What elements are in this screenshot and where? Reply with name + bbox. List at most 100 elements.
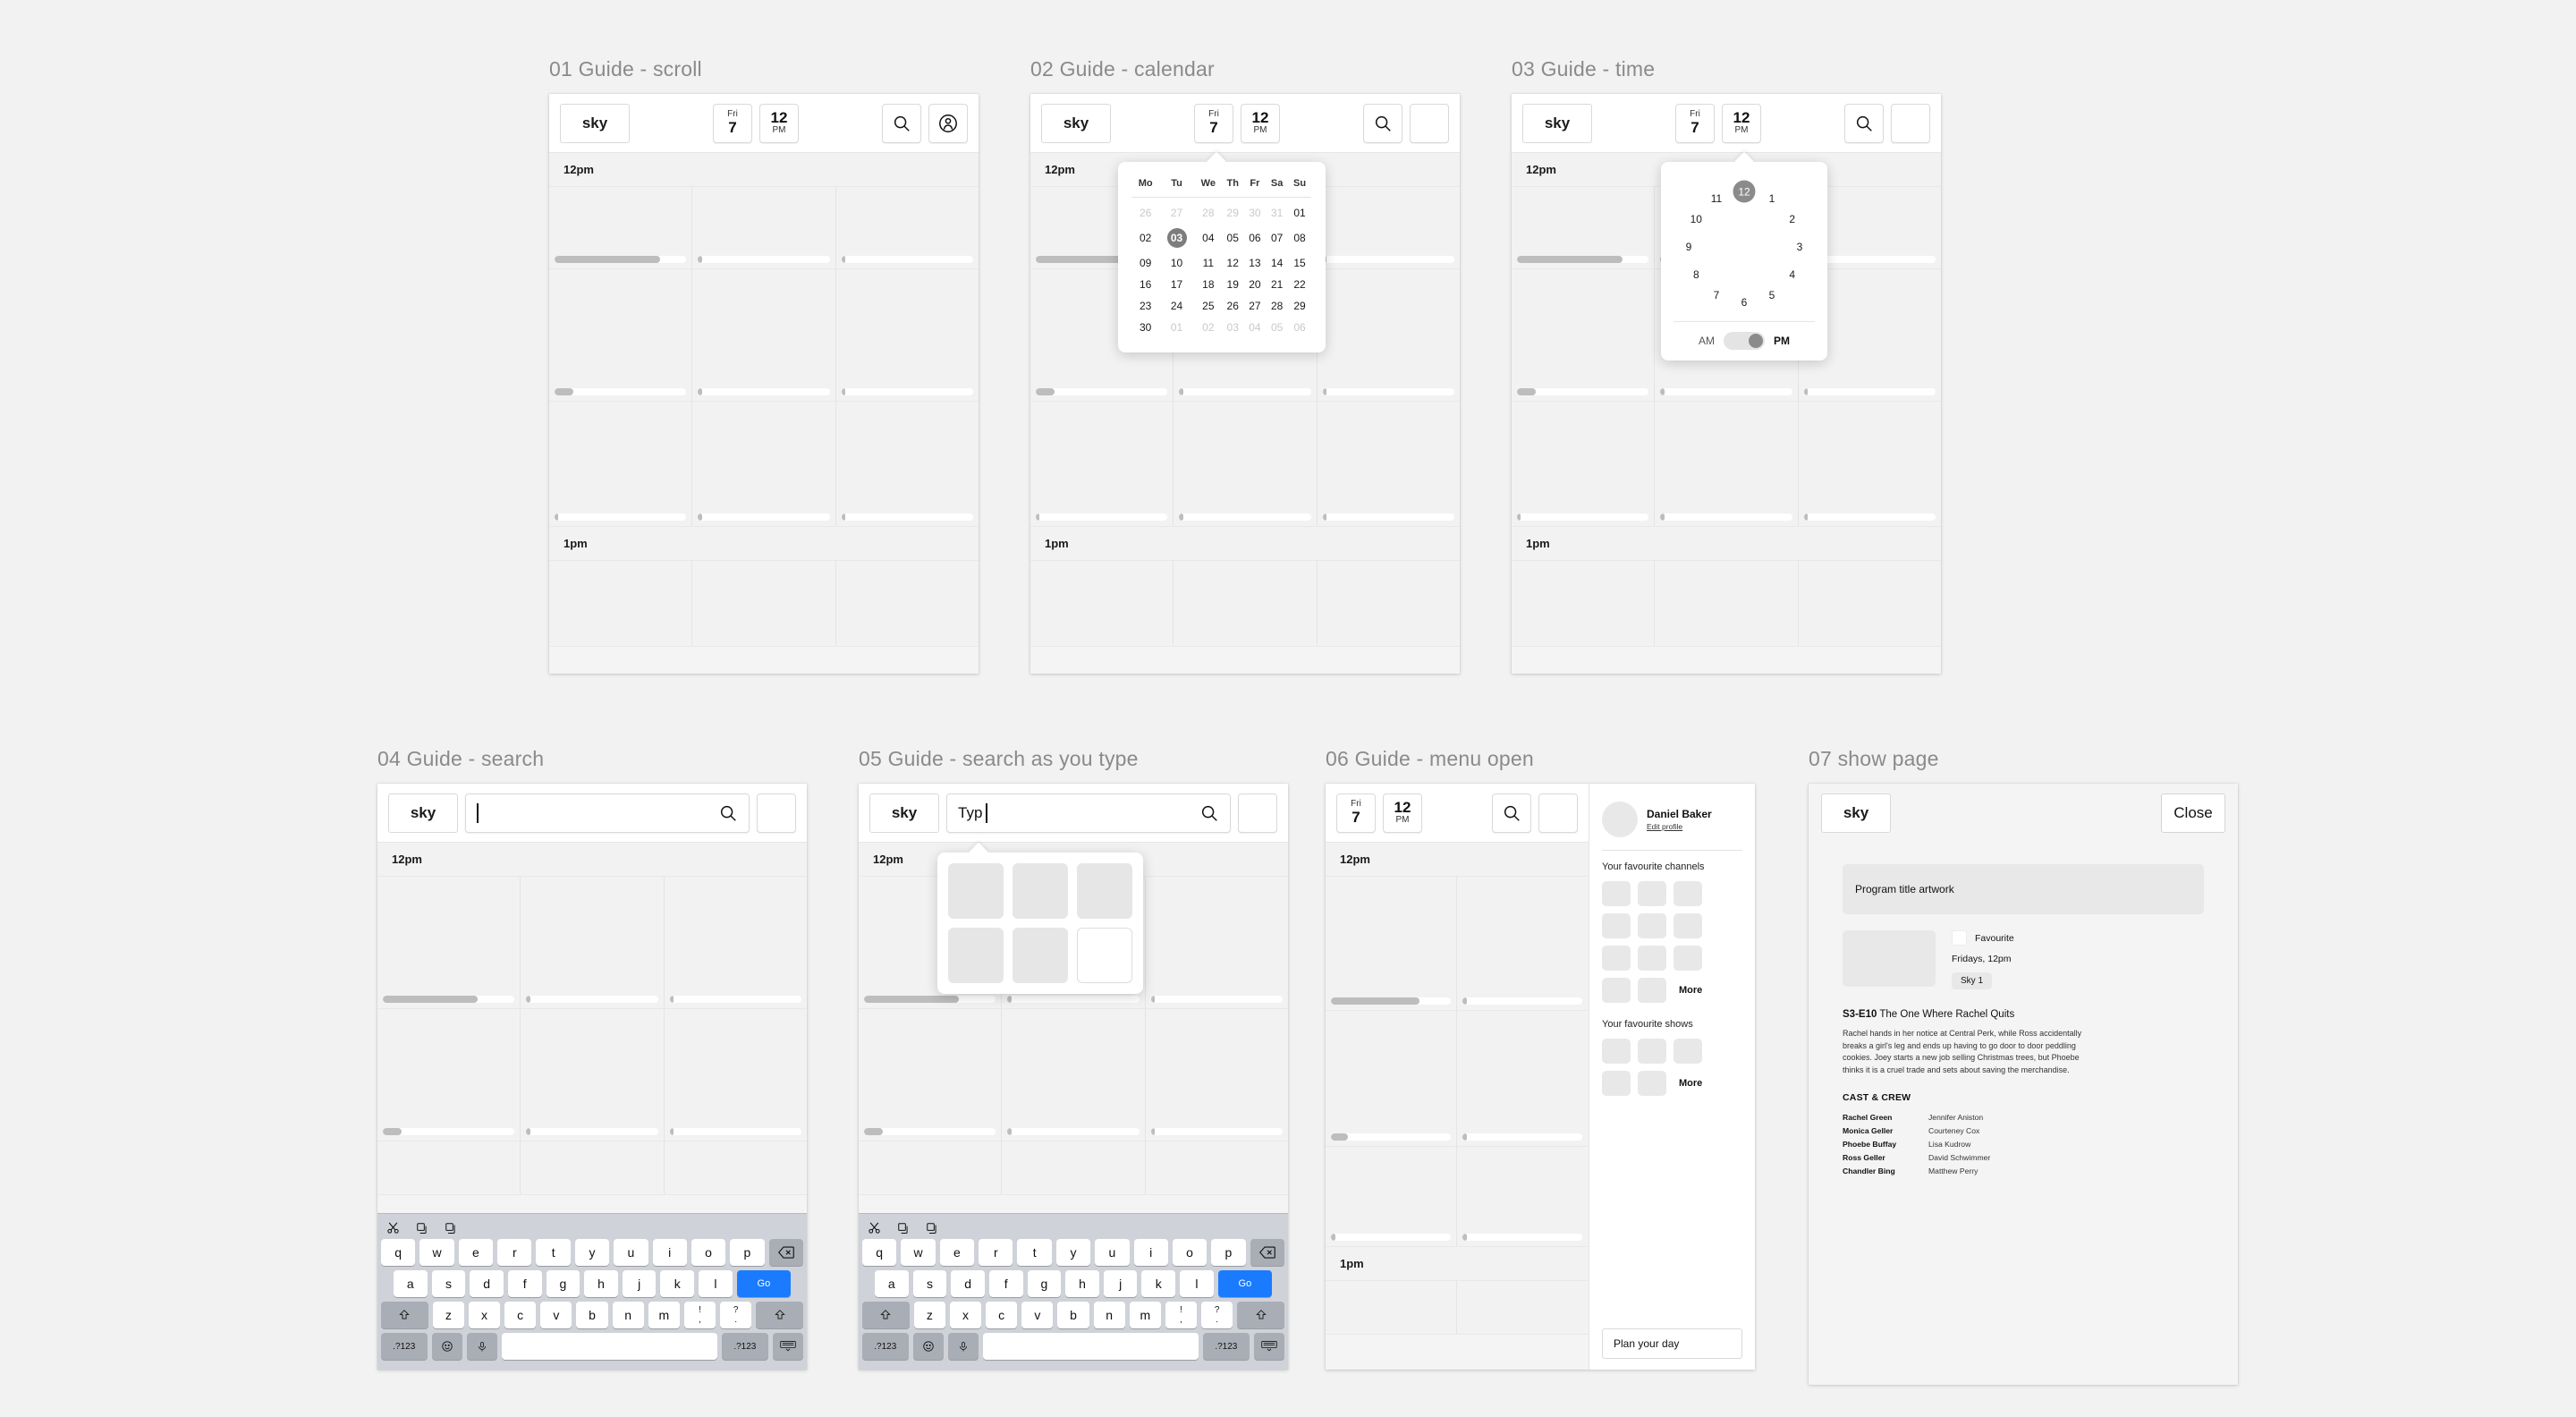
- guide-row[interactable]: [1326, 877, 1588, 1011]
- suggestion-grid[interactable]: [948, 863, 1132, 983]
- key-s[interactable]: s: [431, 1270, 466, 1297]
- clock-hour-4[interactable]: 4: [1789, 268, 1795, 281]
- guide-cell[interactable]: [835, 187, 979, 268]
- guide-row[interactable]: [1030, 561, 1460, 647]
- keyboard-row-2[interactable]: a s d f g h j k l Go: [862, 1270, 1284, 1297]
- space-key[interactable]: [502, 1333, 718, 1360]
- guide-cell[interactable]: [1798, 402, 1941, 526]
- backspace-key[interactable]: [1250, 1239, 1284, 1266]
- sky-logo-button[interactable]: sky: [1041, 103, 1111, 143]
- hide-keyboard-key[interactable]: [1253, 1333, 1285, 1360]
- edit-profile-link[interactable]: Edit profile: [1647, 822, 1712, 831]
- key-u[interactable]: u: [614, 1239, 648, 1266]
- key-m[interactable]: m: [1129, 1302, 1161, 1328]
- paste-icon[interactable]: [445, 1222, 457, 1235]
- plan-your-day-button[interactable]: Plan your day: [1602, 1328, 1742, 1359]
- sky-logo-button[interactable]: sky: [560, 103, 630, 143]
- key-k[interactable]: k: [660, 1270, 695, 1297]
- profile-row[interactable]: Daniel Baker Edit profile: [1602, 796, 1742, 850]
- copy-icon[interactable]: [416, 1222, 428, 1235]
- calendar-day-cell[interactable]: 21: [1266, 274, 1288, 295]
- profile-button[interactable]: [1238, 793, 1277, 833]
- search-button[interactable]: [1844, 103, 1884, 143]
- calendar-day-cell[interactable]: 20: [1244, 274, 1267, 295]
- key-k[interactable]: k: [1141, 1270, 1176, 1297]
- calendar-day-cell[interactable]: 05: [1222, 224, 1244, 252]
- calendar-day-cell[interactable]: 19: [1222, 274, 1244, 295]
- favourite-shows-grid[interactable]: [1602, 1039, 1742, 1064]
- calendar-day-cell[interactable]: 27: [1244, 295, 1267, 317]
- paste-icon[interactable]: [926, 1222, 938, 1235]
- calendar-day-cell[interactable]: 11: [1195, 252, 1222, 274]
- search-icon[interactable]: [718, 803, 738, 823]
- calendar-day-cell[interactable]: 23: [1132, 295, 1158, 317]
- microphone-key[interactable]: [947, 1333, 979, 1360]
- guide-row[interactable]: [1326, 1281, 1588, 1335]
- clock-hour-9[interactable]: 9: [1686, 241, 1692, 253]
- calendar-day-cell[interactable]: 27: [1158, 198, 1195, 225]
- key-x[interactable]: x: [949, 1302, 982, 1328]
- guide-row[interactable]: [549, 269, 979, 402]
- date-picker-button[interactable]: Fri 7: [1675, 103, 1715, 143]
- guide-cell[interactable]: [549, 187, 693, 268]
- time-picker-button[interactable]: 12 PM: [759, 103, 799, 143]
- channel-tile[interactable]: [1602, 913, 1631, 938]
- onscreen-keyboard-05[interactable]: qwertyuiop a s d f g h j k l Go z x c v b n m!,?. .?123…: [859, 1213, 1288, 1370]
- show-tile[interactable]: [1674, 1039, 1702, 1064]
- key-m[interactable]: m: [648, 1302, 680, 1328]
- time-picker-button[interactable]: 12 PM: [1383, 793, 1422, 833]
- guide-cell[interactable]: [1030, 402, 1174, 526]
- guide-cell[interactable]: [835, 561, 979, 646]
- guide-cell[interactable]: [1326, 877, 1457, 1010]
- guide-cell[interactable]: [521, 1141, 665, 1194]
- key-v[interactable]: v: [1021, 1302, 1054, 1328]
- search-button[interactable]: [1363, 103, 1402, 143]
- channel-tile[interactable]: [1638, 946, 1666, 971]
- calendar-day-cell[interactable]: 07: [1266, 224, 1288, 252]
- guide-cell[interactable]: [549, 269, 693, 401]
- cut-icon[interactable]: [868, 1221, 881, 1235]
- show-tile[interactable]: [1638, 1071, 1666, 1096]
- guide-cell[interactable]: [1512, 269, 1656, 401]
- ampm-toggle[interactable]: [1724, 332, 1765, 350]
- keyboard-row-4[interactable]: .?123 .?123: [381, 1333, 804, 1360]
- key-z[interactable]: z: [432, 1302, 464, 1328]
- guide-row[interactable]: [1326, 1011, 1588, 1147]
- time-picker-popover[interactable]: 12 1 2 3 4 5 6 7 8 9 10 11 AM PM: [1661, 151, 1827, 361]
- guide-row[interactable]: [859, 1009, 1288, 1141]
- guide-cell[interactable]: [1145, 1009, 1288, 1141]
- channels-more-row[interactable]: More: [1602, 978, 1742, 1003]
- keyboard-row-2[interactable]: a s d f g h j k l Go: [381, 1270, 803, 1297]
- key-j[interactable]: j: [622, 1270, 657, 1297]
- guide-cell[interactable]: [664, 1141, 807, 1194]
- guide-cell[interactable]: [377, 1009, 521, 1141]
- calendar-day-cell[interactable]: 06: [1244, 224, 1267, 252]
- sky-logo-button[interactable]: sky: [869, 793, 939, 833]
- keyboard-row-3[interactable]: z x c v b n m!,?.: [380, 1302, 804, 1328]
- channel-tile[interactable]: [1674, 881, 1702, 906]
- microphone-key[interactable]: [466, 1333, 498, 1360]
- search-button[interactable]: [882, 103, 921, 143]
- clock-hour-3[interactable]: 3: [1797, 241, 1803, 253]
- guide-cell[interactable]: [1457, 1147, 1588, 1246]
- clock-hour-2[interactable]: 2: [1789, 213, 1795, 225]
- guide-cell[interactable]: [1002, 1141, 1146, 1194]
- guide-cell[interactable]: [664, 877, 807, 1008]
- calendar-day-cell[interactable]: 01: [1288, 198, 1311, 225]
- sky-logo-button[interactable]: sky: [388, 793, 458, 833]
- calendar-day-cell[interactable]: 17: [1158, 274, 1195, 295]
- guide-cell[interactable]: [549, 402, 693, 526]
- guide-row[interactable]: [377, 1009, 807, 1141]
- key-c[interactable]: c: [986, 1302, 1018, 1328]
- calendar-day-cell[interactable]: 28: [1266, 295, 1288, 317]
- numeric-key-left[interactable]: .?123: [862, 1333, 909, 1360]
- guide-row[interactable]: [549, 561, 979, 647]
- key-c[interactable]: c: [504, 1302, 537, 1328]
- calendar-day-cell[interactable]: 03: [1158, 224, 1195, 252]
- favourite-checkbox[interactable]: [1952, 930, 1967, 946]
- key-g[interactable]: g: [546, 1270, 580, 1297]
- calendar-day-cell[interactable]: 30: [1244, 198, 1267, 225]
- guide-cell[interactable]: [1317, 187, 1460, 268]
- guide-cell[interactable]: [835, 269, 979, 401]
- suggestion-tile[interactable]: [1013, 863, 1068, 919]
